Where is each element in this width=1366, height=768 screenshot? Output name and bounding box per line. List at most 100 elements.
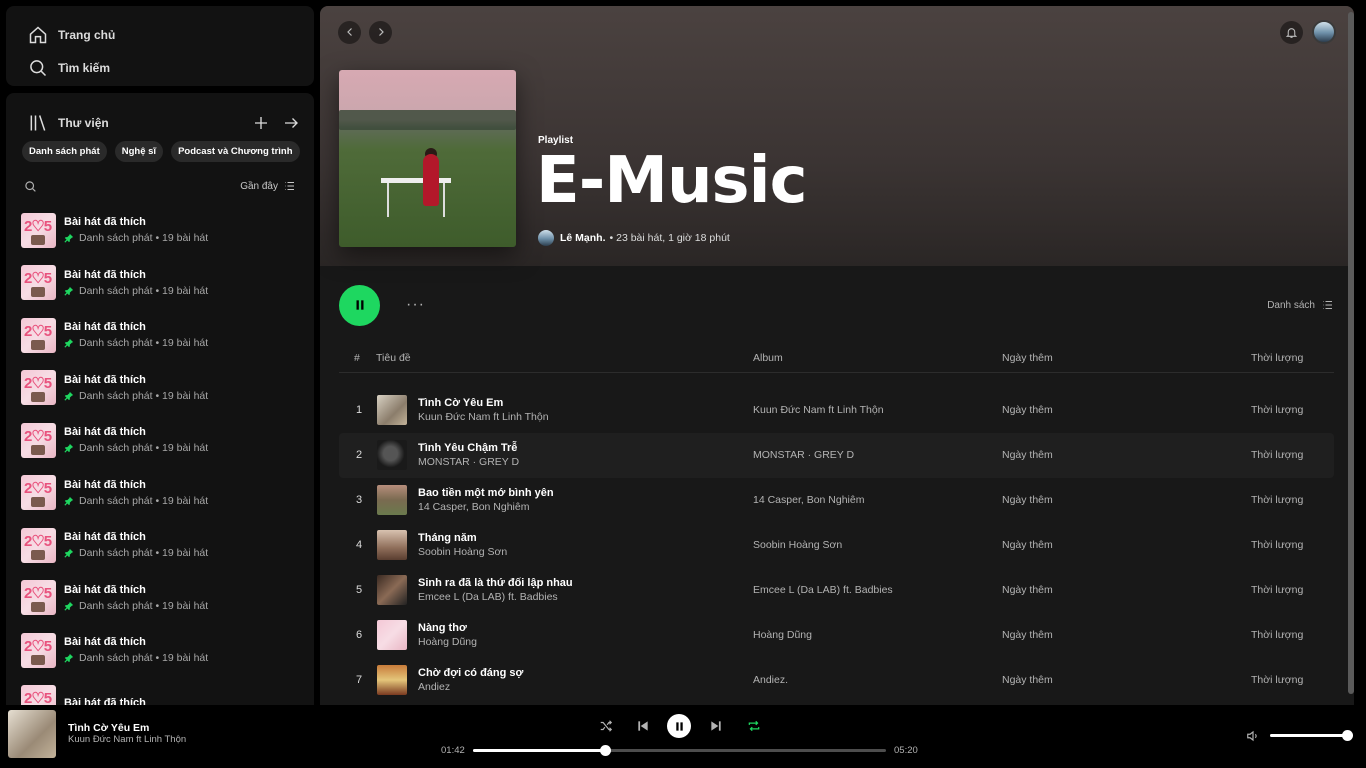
table-row[interactable]: 3 Bao tiền một mớ bình yên 14 Casper, Bo… (339, 478, 1334, 523)
track-title[interactable]: Tình Cờ Yêu Em (418, 397, 503, 409)
progress-bar[interactable] (473, 745, 886, 756)
library-item[interactable]: Bài hát đã thích Danh sách phát • 19 bài … (6, 572, 314, 625)
play-pause-button[interactable] (667, 714, 691, 738)
volume-icon[interactable] (1246, 729, 1260, 743)
library-item[interactable]: Bài hát đã thích Danh sách phát • 19 bài … (6, 362, 314, 415)
volume-handle[interactable] (1342, 730, 1353, 741)
library-item-sub: Danh sách phát • 19 bài hát (64, 285, 208, 297)
track-title[interactable]: Chờ đợi có đáng sợ (418, 667, 523, 679)
shuffle-icon[interactable] (599, 719, 613, 733)
now-playing-art[interactable] (8, 710, 56, 758)
library-item[interactable]: Bài hát đã thích Danh sách phát • 19 bài … (6, 414, 314, 467)
track-title[interactable]: Tình Yêu Chậm Trễ (418, 442, 517, 454)
track-duration: Thời lượng (1251, 449, 1304, 461)
header-duration[interactable]: Thời lượng (1251, 352, 1303, 364)
chip-playlists[interactable]: Danh sách phát (22, 141, 107, 162)
track-duration: Thời lượng (1251, 629, 1304, 641)
library-panel: Thư viện Danh sách phát Nghệ sĩ Podcast … (6, 93, 314, 705)
sort-button[interactable]: Gần đây (240, 180, 296, 192)
pause-button[interactable] (339, 284, 380, 326)
library-item-name: Bài hát đã thích (64, 696, 146, 705)
list-icon (285, 182, 294, 190)
track-title[interactable]: Tháng năm (418, 532, 477, 544)
library-item-art (21, 580, 56, 616)
track-album[interactable]: 14 Casper, Bon Nghiêm (753, 494, 864, 506)
track-album[interactable]: Emcee L (Da LAB) ft. Badbies (753, 584, 893, 596)
track-date-added: Ngày thêm (1002, 584, 1053, 596)
header-title[interactable]: Tiêu đề (376, 352, 411, 364)
track-album[interactable]: Soobin Hoàng Sơn (753, 539, 842, 551)
track-duration: Thời lượng (1251, 494, 1304, 506)
track-album[interactable]: Andiez. (753, 674, 788, 686)
library-item[interactable]: Bài hát đã thích Danh sách phát • 19 bài … (6, 257, 314, 310)
app: Trang chủ Tìm kiếm Thư viện Danh sách ph… (0, 0, 1366, 768)
library-icon (30, 115, 46, 131)
chip-podcasts[interactable]: Podcast và Chương trình (171, 141, 300, 162)
previous-icon[interactable] (636, 719, 650, 733)
search-icon[interactable] (24, 180, 37, 193)
library-item-sub-text: Danh sách phát • 19 bài hát (79, 442, 209, 455)
library-item[interactable]: Bài hát đã thích Danh sách phát • 19 bài … (6, 204, 314, 257)
header-date-added[interactable]: Ngày thêm (1002, 352, 1053, 364)
library-item[interactable]: Bài hát đã thích Danh sách phát • 19 bài … (6, 519, 314, 572)
track-artist[interactable]: Emcee L (Da LAB) ft. Badbies (418, 591, 558, 603)
track-album[interactable]: Hoàng Dũng (753, 629, 812, 641)
library-chips: Danh sách phát Nghệ sĩ Podcast và Chương… (6, 141, 314, 162)
library-item-sub: Danh sách phát • 19 bài hát (64, 337, 208, 349)
header-album[interactable]: Album (753, 352, 783, 364)
track-album[interactable]: MONSTAR · GREY D (753, 449, 854, 461)
playlist-stats: • 23 bài hát, 1 giờ 18 phút (609, 232, 730, 244)
table-row[interactable]: 1 Tình Cờ Yêu Em Kuun Đức Nam ft Linh Th… (339, 388, 1334, 433)
now-playing-title[interactable]: Tình Cờ Yêu Em (68, 722, 149, 734)
track-artist[interactable]: MONSTAR · GREY D (418, 456, 519, 468)
track-artist[interactable]: Soobin Hoàng Sơn (418, 546, 507, 558)
pin-icon (64, 496, 74, 506)
nav-home[interactable]: Trang chủ (28, 18, 292, 51)
plus-icon[interactable] (252, 114, 270, 132)
track-artist[interactable]: Andiez (418, 681, 450, 693)
next-icon[interactable] (709, 719, 723, 733)
notifications-button[interactable] (1280, 20, 1303, 44)
forward-button[interactable] (369, 20, 392, 44)
track-artist[interactable]: 14 Casper, Bon Nghiêm (418, 501, 529, 513)
table-row[interactable]: 4 Tháng năm Soobin Hoàng Sơn Soobin Hoàn… (339, 523, 1334, 568)
track-album[interactable]: Kuun Đức Nam ft Linh Thộn (753, 404, 884, 416)
table-row[interactable]: 5 Sinh ra đã là thứ đối lập nhau Emcee L… (339, 568, 1334, 613)
progress-handle[interactable] (600, 745, 612, 756)
track-number: 6 (355, 629, 363, 641)
volume-slider[interactable] (1270, 730, 1353, 741)
track-title[interactable]: Nàng thơ (418, 622, 467, 634)
table-row[interactable]: 6 Nàng thơ Hoàng Dũng Hoàng Dũng Ngày th… (339, 613, 1334, 658)
library-item-sub-text: Danh sách phát • 19 bài hát (79, 652, 209, 665)
library-list: Bài hát đã thích Danh sách phát • 19 bài … (6, 204, 314, 705)
track-number: 7 (355, 674, 363, 686)
more-options-button[interactable]: ··· (406, 296, 425, 314)
library-item[interactable]: Bài hát đã thích Danh sách phát • 19 bài … (6, 309, 314, 362)
nav-search[interactable]: Tìm kiếm (28, 51, 292, 84)
library-item[interactable]: Bài hát đã thích (6, 677, 314, 705)
track-title[interactable]: Bao tiền một mớ bình yên (418, 487, 554, 499)
chip-artists[interactable]: Nghệ sĩ (114, 141, 164, 162)
avatar[interactable] (1312, 20, 1336, 44)
library-item[interactable]: Bài hát đã thích Danh sách phát • 19 bài … (6, 624, 314, 677)
arrow-right-icon[interactable] (282, 114, 300, 132)
library-item-art (21, 422, 56, 458)
owner-name[interactable]: Lê Mạnh. (560, 232, 606, 244)
table-row[interactable]: 7 Chờ đợi có đáng sợ Andiez Andiez. Ngày… (339, 658, 1334, 703)
track-title[interactable]: Sinh ra đã là thứ đối lập nhau (418, 577, 573, 589)
track-artist[interactable]: Kuun Đức Nam ft Linh Thộn (418, 411, 549, 423)
view-mode-label: Danh sách (1267, 299, 1315, 311)
track-artist[interactable]: Hoàng Dũng (418, 636, 477, 648)
repeat-icon[interactable] (747, 719, 761, 733)
library-item-sub-text: Danh sách phát • 19 bài hát (79, 599, 209, 612)
view-mode-button[interactable]: Danh sách (1267, 299, 1334, 311)
now-playing-artist[interactable]: Kuun Đức Nam ft Linh Thộn (68, 734, 186, 745)
header-number: # (354, 352, 360, 364)
table-row[interactable]: 2 Tình Yêu Chậm Trễ MONSTAR · GREY D MON… (339, 433, 1334, 478)
back-button[interactable] (338, 20, 361, 44)
top-nav: Trang chủ Tìm kiếm (6, 6, 314, 86)
library-item[interactable]: Bài hát đã thích Danh sách phát • 19 bài … (6, 467, 314, 520)
track-art (377, 575, 407, 605)
scrollbar[interactable] (1348, 12, 1354, 694)
library-title-button[interactable]: Thư viện (28, 113, 252, 133)
